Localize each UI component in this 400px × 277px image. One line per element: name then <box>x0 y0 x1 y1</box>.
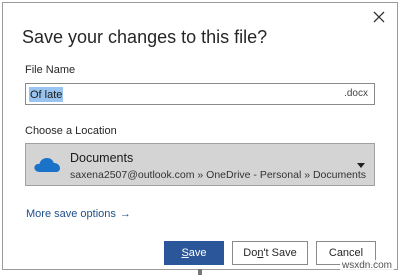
location-dropdown[interactable]: Documents saxena2507@outlook.com » OneDr… <box>25 143 375 186</box>
chevron-down-icon <box>357 163 365 168</box>
onedrive-cloud-icon <box>34 158 60 172</box>
close-button[interactable] <box>369 7 389 27</box>
dont-save-button[interactable]: Do n't Save <box>232 241 308 265</box>
more-save-options-link[interactable]: More save options → <box>26 208 131 220</box>
cancel-label: Cancel <box>328 247 364 259</box>
file-extension: .docx <box>344 88 368 99</box>
location-path: saxena2507@outlook.com » OneDrive - Pers… <box>70 169 367 181</box>
close-icon <box>373 11 385 23</box>
location-label: Choose a Location <box>25 125 117 137</box>
file-name-label: File Name <box>25 64 76 76</box>
file-name-input[interactable] <box>29 87 63 102</box>
arrow-right-icon: → <box>119 208 131 220</box>
dont-save-label-post: 't Save <box>263 247 297 259</box>
resize-handle <box>198 269 202 275</box>
save-label-mnemonic: S <box>181 247 189 259</box>
location-name: Documents <box>70 151 134 165</box>
save-label-post: ave <box>188 247 207 259</box>
file-name-field[interactable]: .docx <box>25 83 375 105</box>
save-button[interactable]: Save <box>164 241 224 265</box>
dont-save-label-pre: Do <box>243 247 258 259</box>
dialog-title: Save your changes to this file? <box>22 27 268 47</box>
more-save-options-label: More save options <box>26 208 116 220</box>
watermark: wsxdn.com <box>339 260 394 271</box>
